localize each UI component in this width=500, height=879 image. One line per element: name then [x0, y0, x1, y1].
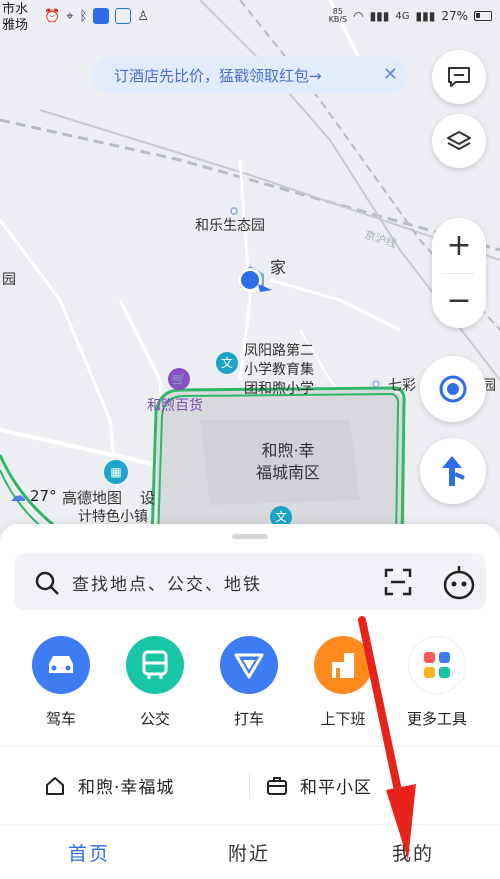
home-icon — [46, 776, 64, 795]
car-icon — [32, 636, 90, 694]
search-input[interactable]: 查找地点、公交、地铁 — [72, 570, 262, 595]
quick-action-more-tools[interactable]: 更多工具 — [404, 636, 470, 729]
shield-app-icon — [93, 8, 110, 24]
zoom-control: + − — [432, 218, 486, 328]
route-arrow-icon — [442, 456, 465, 486]
layers-button[interactable] — [432, 114, 486, 168]
signal-icon-2: ▮▮▮ — [415, 9, 436, 23]
shop-poi-icon[interactable]: 🛒 — [168, 368, 190, 390]
network-type: 4G — [395, 10, 410, 22]
search-bar[interactable]: 查找地点、公交、地铁 — [14, 554, 486, 610]
district-label-line-2: 福城南区 — [255, 463, 320, 482]
school-label-line-2: 小学教育集 — [244, 362, 314, 378]
layers-icon — [447, 131, 471, 151]
map-label-yuan-left: 园 — [2, 272, 16, 288]
quick-action-label: 驾车 — [45, 710, 76, 728]
quick-action-taxi[interactable]: 打车 — [216, 636, 282, 729]
home-location-marker[interactable] — [236, 262, 276, 302]
bottom-sheet: 查找地点、公交、地铁 驾车 公交 打车 上下班 更多工具 和煦·幸福城 和平小区 — [0, 524, 500, 824]
status-icons-left: ⏰ ⌖ ᛒ ♙ — [44, 8, 149, 24]
signal-icon: ▮▮▮ — [369, 9, 390, 23]
briefcase-icon — [267, 776, 287, 795]
place-work[interactable]: 和平小区 — [266, 773, 372, 798]
map-label-qicai[interactable]: 七彩 — [388, 376, 416, 396]
scan-icon[interactable] — [384, 568, 412, 596]
qq-icon: ♙ — [137, 8, 149, 24]
zoom-out-button[interactable]: − — [432, 273, 486, 328]
cloud-icon: ☁ — [10, 486, 26, 505]
more-tools-icon — [408, 636, 466, 694]
quick-action-label: 公交 — [139, 710, 170, 728]
places-divider — [249, 773, 250, 799]
map-label-district[interactable]: 和煦·幸 福城南区 — [248, 440, 328, 484]
quick-action-label: 打车 — [233, 710, 264, 728]
map-label-shop[interactable]: 和煦百货 — [147, 396, 203, 416]
quick-action-bus[interactable]: 公交 — [122, 636, 188, 729]
promo-banner[interactable]: 订酒店先比价，猛戳领取红包→ ✕ — [92, 56, 408, 94]
map-label-she: 设 — [140, 489, 156, 507]
message-button[interactable] — [432, 50, 486, 104]
promo-text[interactable]: 订酒店先比价，猛戳领取红包→ — [114, 65, 322, 86]
network-speed: 85 KB/S — [328, 7, 348, 24]
chat-bubble-icon — [448, 67, 470, 87]
weather-temperature: 27° — [30, 486, 57, 505]
taxi-icon — [220, 636, 278, 694]
place-home[interactable]: 和煦·幸福城 — [44, 773, 174, 798]
plus-icon: + — [446, 228, 472, 263]
navigate-button[interactable] — [420, 438, 486, 504]
search-icon — [35, 571, 59, 595]
map-label-hele-park[interactable]: 和乐生态园 — [195, 216, 265, 236]
map-label-school[interactable]: 凤阳路第二 小学教育集 团和煦小学 — [244, 342, 314, 399]
building-poi-icon[interactable]: ▦ — [104, 460, 128, 484]
minus-icon: − — [446, 283, 472, 318]
place-home-label: 和煦·幸福城 — [78, 778, 175, 798]
quick-action-commute[interactable]: 上下班 — [310, 636, 376, 729]
tab-mine[interactable]: 我的 — [392, 839, 434, 866]
school-label-line-3: 团和煦小学 — [244, 381, 314, 397]
quick-action-label: 更多工具 — [406, 710, 467, 728]
close-icon[interactable]: ✕ — [383, 64, 398, 85]
location-icon: ⌖ — [66, 8, 74, 24]
status-bar: 市水 雅场 ⏰ ⌖ ᛒ ♙ 85 KB/S ◠ ▮▮▮ 4G ▮▮▮ 27% — [0, 0, 500, 36]
zoom-in-button[interactable]: + — [432, 218, 486, 273]
assistant-icon[interactable] — [442, 564, 476, 600]
quick-action-drive[interactable]: 驾车 — [28, 636, 94, 729]
status-left-line-2: 雅场 — [2, 18, 29, 33]
alarm-icon: ⏰ — [44, 8, 61, 24]
locate-icon — [439, 375, 467, 403]
weather-widget[interactable]: ☁ 27° — [10, 486, 57, 505]
tab-home[interactable]: 首页 — [68, 839, 110, 866]
status-left-line-1: 市水 — [2, 2, 29, 17]
photo-app-icon — [115, 8, 132, 24]
locate-button[interactable] — [420, 356, 486, 422]
battery-icon — [474, 11, 492, 21]
battery-text: 27% — [441, 9, 468, 23]
status-left-text: 市水 雅场 — [2, 2, 28, 34]
wifi-icon: ◠ — [353, 9, 364, 23]
district-label-line-1: 和煦·幸 — [261, 441, 315, 460]
bottom-tab-bar: 首页 附近 我的 — [0, 824, 500, 879]
place-work-label: 和平小区 — [300, 778, 372, 798]
school-label-line-1: 凤阳路第二 — [244, 343, 314, 359]
map-watermark: 高德地图 — [62, 489, 123, 507]
commute-icon — [314, 636, 372, 694]
bus-icon — [126, 636, 184, 694]
favorite-places: 和煦·幸福城 和平小区 — [0, 746, 500, 822]
tab-nearby[interactable]: 附近 — [228, 839, 270, 866]
status-icons-right: 85 KB/S ◠ ▮▮▮ 4G ▮▮▮ 27% — [329, 8, 492, 24]
quick-action-label: 上下班 — [320, 710, 366, 728]
sheet-drag-handle[interactable] — [232, 534, 268, 539]
school-poi-icon[interactable]: 文 — [216, 352, 238, 374]
bluetooth-icon: ᛒ — [79, 8, 88, 24]
